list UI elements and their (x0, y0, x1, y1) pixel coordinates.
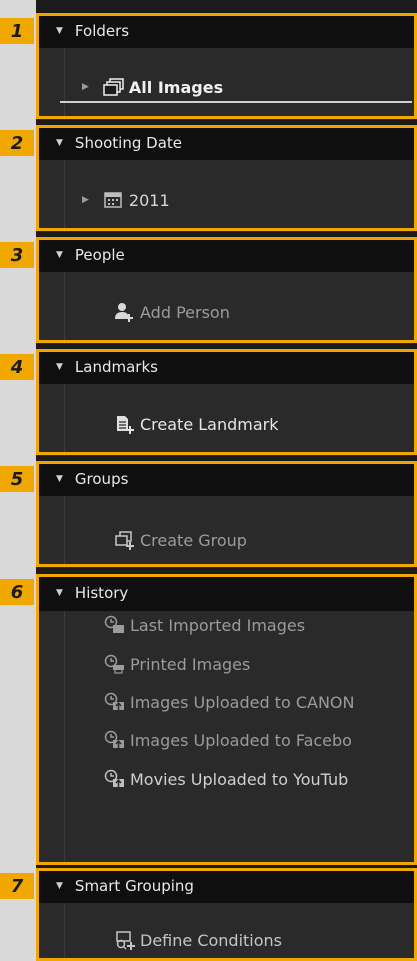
smart-grouping-title: Smart Grouping (74, 877, 194, 895)
history-item-uploaded-canon[interactable]: Images Uploaded to CANON (104, 689, 354, 715)
collapse-triangle-icon: ▼ (56, 881, 63, 891)
groups-section: ▼ Groups (36, 462, 417, 568)
history-item-label: Images Uploaded to Facebo (130, 730, 352, 750)
folders-section: ▼ Folders (36, 14, 417, 120)
smart-group-icon (114, 930, 136, 950)
collapse-triangle-icon: ▼ (56, 26, 63, 36)
folders-title: Folders (74, 22, 130, 40)
clock-upload-icon (104, 769, 126, 789)
history-item-label: Images Uploaded to CANON (130, 692, 355, 712)
folders-header[interactable]: ▼ Folders (36, 14, 417, 48)
history-item-label: Movies Uploaded to YouTub (130, 769, 349, 789)
shooting-date-section: ▼ Shooting Date (36, 126, 417, 232)
groups-title: Groups (74, 470, 129, 488)
add-person-label: Add Person (140, 302, 230, 322)
collapse-triangle-icon: ▼ (56, 138, 63, 148)
history-item-printed[interactable]: Printed Images (104, 651, 250, 677)
landmarks-title: Landmarks (74, 358, 158, 376)
collapse-triangle-icon: ▼ (56, 474, 63, 484)
history-item-last-imported[interactable]: Last Imported Images (104, 612, 305, 638)
groups-header[interactable]: ▼ Groups (36, 462, 417, 496)
clock-printer-icon (104, 654, 126, 674)
date-item-label: 2011 (128, 190, 170, 210)
history-header[interactable]: ▼ History (36, 575, 417, 611)
landmark-icon (114, 414, 136, 434)
folder-item-label: All Images (128, 77, 224, 97)
history-item-uploaded-facebook[interactable]: Images Uploaded to Facebo (104, 727, 352, 753)
collapse-triangle-icon: ▼ (56, 250, 63, 260)
callout-number-6: 6 (0, 579, 34, 605)
selected-underline (60, 101, 412, 103)
people-section: ▼ People (36, 238, 417, 344)
clock-image-icon (104, 615, 126, 635)
history-title: History (74, 584, 129, 602)
callout-number-3: 3 (0, 242, 34, 268)
callout-number-5: 5 (0, 466, 34, 492)
folder-item-all-images[interactable]: ▶ All Images (82, 75, 223, 99)
clock-upload-icon (104, 692, 126, 712)
create-landmark-label: Create Landmark (140, 414, 279, 434)
define-conditions-button[interactable]: Define Conditions (114, 928, 282, 952)
history-item-label: Last Imported Images (130, 615, 306, 635)
group-icon (114, 530, 136, 550)
callout-number-7: 7 (0, 873, 34, 899)
create-group-label: Create Group (140, 530, 247, 550)
clock-upload-icon (104, 730, 126, 750)
collapse-triangle-icon: ▼ (56, 362, 63, 372)
expand-arrow-icon[interactable]: ▶ (82, 195, 89, 205)
people-title: People (74, 246, 125, 264)
smart-grouping-header[interactable]: ▼ Smart Grouping (36, 869, 417, 903)
shooting-date-title: Shooting Date (74, 134, 183, 152)
history-item-uploaded-youtube[interactable]: Movies Uploaded to YouTub (104, 766, 348, 792)
create-landmark-button[interactable]: Create Landmark (114, 412, 279, 436)
calendar-icon (103, 190, 125, 210)
callout-number-2: 2 (0, 130, 34, 156)
define-conditions-label: Define Conditions (140, 930, 282, 950)
create-group-button[interactable]: Create Group (114, 528, 247, 552)
add-person-icon (114, 302, 136, 322)
add-person-button[interactable]: Add Person (114, 300, 230, 324)
landmarks-header[interactable]: ▼ Landmarks (36, 350, 417, 384)
landmarks-section: ▼ Landmarks (36, 350, 417, 456)
image-stack-icon (103, 77, 125, 97)
callout-number-4: 4 (0, 354, 34, 380)
people-header[interactable]: ▼ People (36, 238, 417, 272)
callout-number-1: 1 (0, 18, 34, 44)
shooting-date-header[interactable]: ▼ Shooting Date (36, 126, 417, 160)
date-item-2011[interactable]: ▶ 2011 (82, 188, 170, 212)
expand-arrow-icon[interactable]: ▶ (82, 82, 89, 92)
collapse-triangle-icon: ▼ (56, 588, 63, 598)
history-item-label: Printed Images (130, 654, 251, 674)
